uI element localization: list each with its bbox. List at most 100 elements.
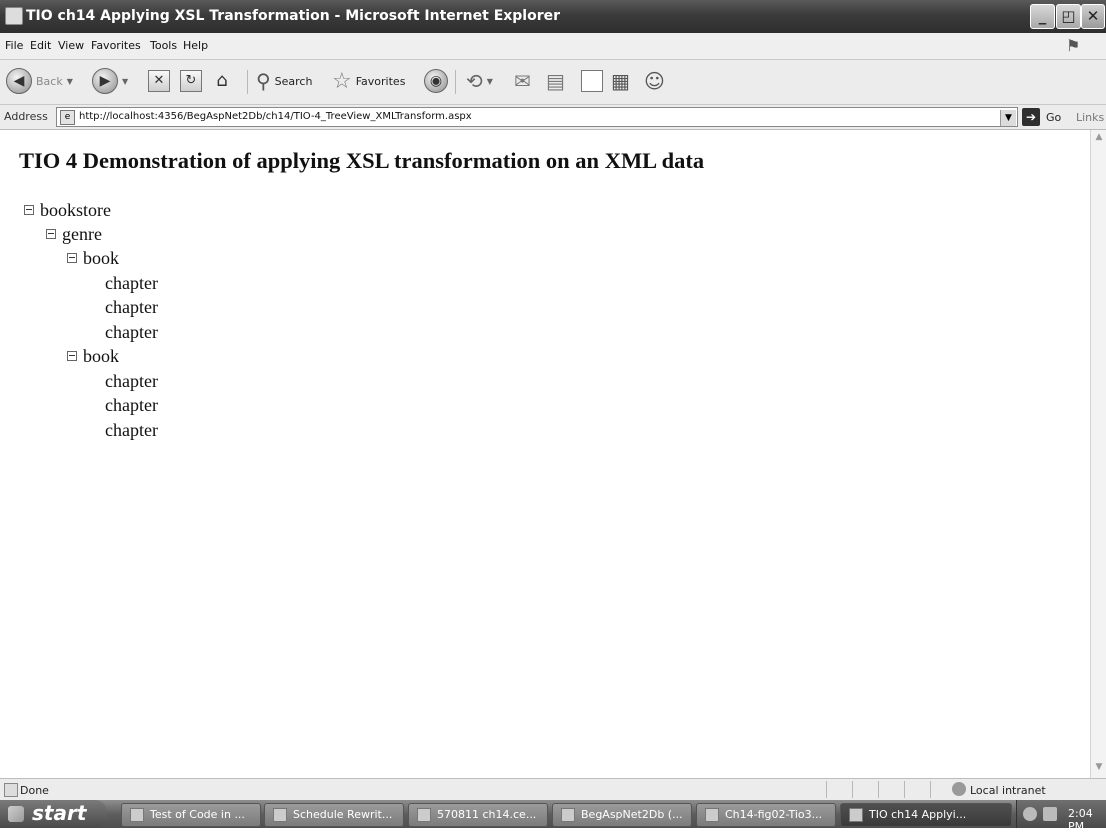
home-button[interactable]: ⌂: [212, 67, 232, 95]
menu-tools[interactable]: Tools: [150, 39, 177, 52]
document-icon: [273, 808, 287, 822]
vertical-scrollbar[interactable]: ▲ ▼: [1090, 130, 1106, 778]
windows-flag-icon: [8, 806, 24, 822]
taskbar-item[interactable]: 570811 ch14.ce...: [408, 803, 548, 827]
restore-button[interactable]: ◰: [1056, 4, 1081, 29]
tree-node-chapter[interactable]: chapter: [105, 322, 158, 343]
taskbar-clock[interactable]: 2:04 PM: [1068, 807, 1106, 833]
tree-node-genre[interactable]: genre: [46, 224, 102, 245]
edit-button[interactable]: [581, 67, 603, 95]
collapse-toggle-icon[interactable]: [67, 350, 77, 361]
back-label: Back: [36, 74, 63, 88]
messenger-button[interactable]: ☺: [644, 67, 665, 95]
page-icon: e: [60, 110, 75, 125]
taskbar-item[interactable]: BegAspNet2Db (...: [552, 803, 692, 827]
address-dropdown-icon[interactable]: ▼: [1000, 110, 1016, 126]
scroll-up-icon[interactable]: ▲: [1093, 132, 1105, 144]
tree-node-book[interactable]: book: [67, 248, 119, 269]
taskbar-item-active[interactable]: TIO ch14 Applyi...: [840, 803, 1012, 827]
minimize-button[interactable]: _: [1030, 4, 1055, 29]
search-button[interactable]: ⚲ Search: [256, 67, 312, 95]
start-label: start: [32, 801, 87, 825]
collapse-toggle-icon[interactable]: [46, 228, 56, 239]
research-icon: ▦: [611, 69, 630, 93]
status-divider: [852, 781, 853, 798]
menu-edit[interactable]: Edit: [30, 39, 51, 52]
tree-node-chapter[interactable]: chapter: [105, 420, 158, 441]
tree-node-book[interactable]: book: [67, 346, 119, 367]
visual-studio-icon: [561, 808, 575, 822]
back-dropdown-icon[interactable]: ▼: [67, 77, 73, 86]
standard-toolbar: ◀ Back ▼ ▶ ▼ ✕ ↻ ⌂ ⚲ Search ☆ Favorites …: [0, 60, 1106, 105]
page-done-icon: [4, 783, 18, 797]
tree-node-label[interactable]: book: [83, 346, 119, 366]
tree-node-chapter[interactable]: chapter: [105, 297, 158, 318]
menu-bar: File Edit View Favorites Tools Help ⚑: [0, 33, 1106, 60]
star-icon: ☆: [332, 68, 352, 94]
tree-node-chapter[interactable]: chapter: [105, 371, 158, 392]
forward-arrow-icon: ▶: [92, 68, 118, 94]
taskbar-item-label: TIO ch14 Applyi...: [869, 808, 967, 821]
windows-taskbar: start Test of Code in ... Schedule Rewri…: [0, 800, 1106, 833]
ie-app-icon: [5, 7, 23, 25]
tree-node-label[interactable]: genre: [62, 224, 102, 244]
collapse-toggle-icon[interactable]: [24, 204, 34, 215]
close-button[interactable]: ✕: [1081, 4, 1105, 29]
refresh-button[interactable]: ↻: [180, 67, 202, 95]
taskbar-item[interactable]: Test of Code in ...: [121, 803, 261, 827]
taskbar-item-label: BegAspNet2Db (...: [581, 808, 683, 821]
search-icon: ⚲: [256, 69, 271, 93]
security-zone-label: Local intranet: [970, 784, 1046, 797]
print-button[interactable]: ▤: [546, 67, 565, 95]
collapse-toggle-icon[interactable]: [67, 252, 77, 263]
status-bar: Done Local intranet: [0, 778, 1106, 801]
research-button[interactable]: ▦: [611, 67, 630, 95]
forward-dropdown-icon[interactable]: ▼: [122, 77, 128, 86]
media-icon: ◉: [424, 69, 448, 93]
links-button[interactable]: Links: [1076, 111, 1104, 124]
menu-help[interactable]: Help: [183, 39, 208, 52]
tree-node-chapter[interactable]: chapter: [105, 395, 158, 416]
tree-node-chapter[interactable]: chapter: [105, 273, 158, 294]
media-button[interactable]: ◉: [424, 67, 448, 95]
favorites-button[interactable]: ☆ Favorites: [332, 67, 405, 95]
tree-node-bookstore[interactable]: bookstore: [24, 200, 111, 221]
menu-view[interactable]: View: [58, 39, 84, 52]
start-button[interactable]: start: [0, 800, 107, 828]
taskbar-item[interactable]: Schedule Rewrit...: [264, 803, 404, 827]
window-title: TIO ch14 Applying XSL Transformation - M…: [26, 8, 561, 24]
back-arrow-icon: ◀: [6, 68, 32, 94]
history-button[interactable]: ⟲ ▼: [466, 67, 493, 95]
address-input[interactable]: e http://localhost:4356/BegAspNet2Db/ch1…: [56, 107, 1018, 127]
back-button[interactable]: ◀ Back ▼: [6, 67, 73, 95]
scroll-down-icon[interactable]: ▼: [1093, 762, 1105, 774]
tray-network-icon[interactable]: [1043, 807, 1057, 821]
system-tray: 2:04 PM: [1016, 800, 1106, 833]
go-arrow-icon[interactable]: ➔: [1022, 108, 1040, 126]
taskbar-item-label: Schedule Rewrit...: [293, 808, 393, 821]
address-bar: Address e http://localhost:4356/BegAspNe…: [0, 105, 1106, 130]
paint-icon: [705, 808, 719, 822]
edit-page-icon: [581, 70, 603, 92]
tree-node-label[interactable]: bookstore: [40, 200, 111, 220]
favorites-label: Favorites: [355, 74, 406, 88]
stop-icon: ✕: [148, 70, 170, 92]
menu-favorites[interactable]: Favorites: [91, 39, 141, 52]
stop-button[interactable]: ✕: [148, 67, 170, 95]
forward-button[interactable]: ▶ ▼: [92, 67, 128, 95]
taskbar-item-label: 570811 ch14.ce...: [437, 808, 537, 821]
home-icon: ⌂: [216, 70, 228, 91]
tray-collapse-icon[interactable]: [1023, 807, 1037, 821]
tree-node-label[interactable]: book: [83, 248, 119, 268]
menu-file[interactable]: File: [5, 39, 23, 52]
window-titlebar[interactable]: TIO ch14 Applying XSL Transformation - M…: [0, 0, 1106, 33]
go-button[interactable]: Go: [1046, 111, 1061, 124]
status-divider: [826, 781, 827, 798]
mail-button[interactable]: ✉: [514, 67, 531, 95]
status-divider: [878, 781, 879, 798]
address-url[interactable]: http://localhost:4356/BegAspNet2Db/ch14/…: [79, 111, 472, 122]
taskbar-item[interactable]: Ch14-fig02-Tio3...: [696, 803, 836, 827]
page-heading: TIO 4 Demonstration of applying XSL tran…: [19, 148, 705, 173]
toolbar-separator: [247, 70, 248, 94]
history-dropdown-icon[interactable]: ▼: [487, 77, 493, 86]
